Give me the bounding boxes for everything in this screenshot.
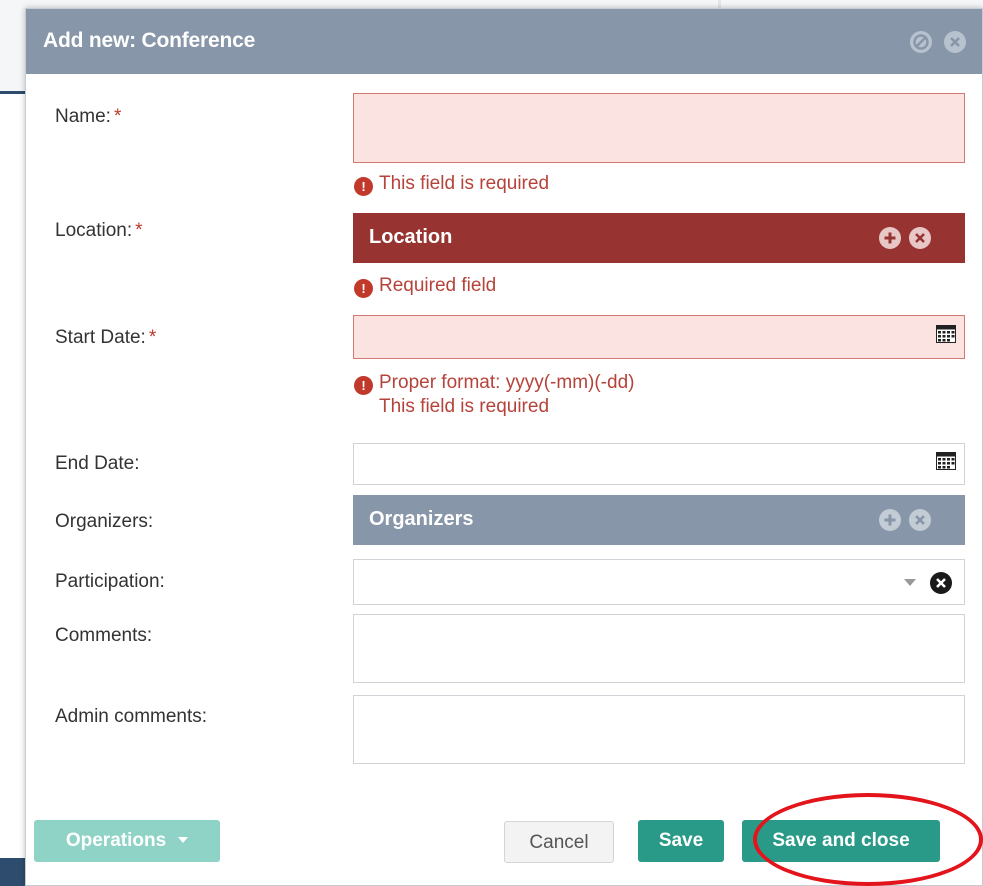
location-label: Location: * xyxy=(55,220,143,241)
add-icon[interactable] xyxy=(879,509,901,531)
save-and-close-button[interactable]: Save and close xyxy=(742,820,940,862)
calendar-icon[interactable] xyxy=(936,325,956,343)
operations-button-label: Operations xyxy=(65,830,167,851)
minimize-icon[interactable] xyxy=(910,31,932,53)
participation-label: Participation: xyxy=(55,571,165,592)
required-marker: * xyxy=(135,220,143,241)
end-date-field[interactable] xyxy=(353,443,965,485)
clear-icon[interactable] xyxy=(930,572,952,594)
start-date-error: ! Proper format: yyyy(-mm)(-dd) This fiel… xyxy=(354,371,634,418)
start-date-label: Start Date: * xyxy=(55,327,157,348)
error-icon: ! xyxy=(354,376,373,395)
calendar-icon[interactable] xyxy=(936,452,956,470)
name-error: ! This field is required xyxy=(354,172,549,196)
participation-select[interactable] xyxy=(353,559,965,605)
clear-icon[interactable] xyxy=(909,227,931,249)
organizers-picker[interactable]: Organizers xyxy=(353,495,965,545)
name-field[interactable] xyxy=(353,93,965,163)
location-picker[interactable]: Location xyxy=(353,213,965,263)
save-button[interactable]: Save xyxy=(638,820,724,862)
close-icon[interactable] xyxy=(944,31,966,53)
comments-label: Comments: xyxy=(55,625,153,646)
error-icon: ! xyxy=(354,177,373,196)
required-marker: * xyxy=(113,106,122,127)
admin-comments-field[interactable] xyxy=(353,695,965,764)
name-label: Name: * xyxy=(55,106,122,127)
dialog-titlebar: Add new: Conference xyxy=(26,9,982,74)
add-conference-dialog: Add new: Conference Name: * ! This field i… xyxy=(25,8,983,886)
location-picker-label: Location xyxy=(369,226,453,248)
operations-button[interactable]: Operations xyxy=(34,820,220,862)
end-date-label: End Date: xyxy=(55,453,140,474)
location-error: ! Required field xyxy=(354,274,496,298)
clear-icon[interactable] xyxy=(909,509,931,531)
error-icon: ! xyxy=(354,279,373,298)
comments-field[interactable] xyxy=(353,614,965,683)
start-date-field[interactable] xyxy=(353,315,965,359)
dialog-title: Add new: Conference xyxy=(43,29,256,52)
organizers-picker-label: Organizers xyxy=(369,508,474,530)
add-icon[interactable] xyxy=(879,227,901,249)
required-marker: * xyxy=(148,327,157,348)
organizers-label: Organizers: xyxy=(55,511,154,532)
cancel-button[interactable]: Cancel xyxy=(504,821,614,863)
chevron-down-icon[interactable] xyxy=(904,579,916,586)
admin-comments-label: Admin comments: xyxy=(55,706,208,727)
chevron-down-icon xyxy=(178,837,189,843)
